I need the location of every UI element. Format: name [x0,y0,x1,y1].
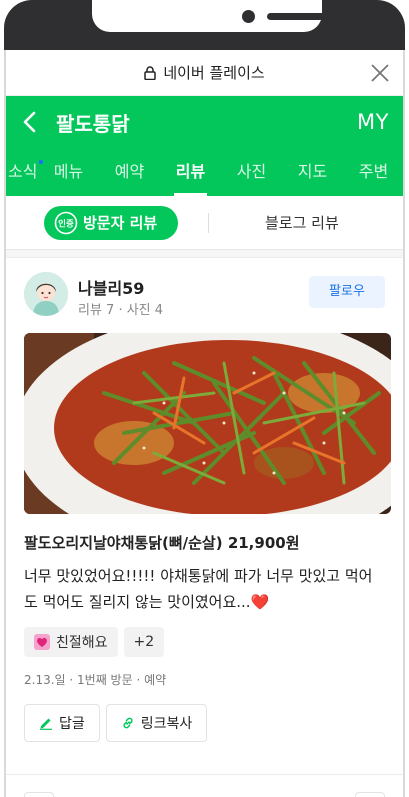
tab-label: 메뉴 [53,162,84,181]
review-text[interactable]: 너무 맛있었어요!!!!! 야채통닭에 파가 너무 맛있고 먹어도 먹어도 질리… [24,563,385,615]
review-type-selector: 인증 방문자 리뷰 블로그 리뷰 [6,196,403,250]
keyword-more-chip[interactable]: +2 [123,627,165,657]
link-icon [123,717,133,729]
review-separator [6,774,403,775]
phone-edge-right [403,50,405,797]
place-tabs: 소식 메뉴 예약 리뷰 사진 지도 주변 [6,148,403,196]
food-photo-illustration [24,333,391,514]
tab-map[interactable]: 지도 [282,148,343,196]
review-keywords: 친절해요 +2 [24,627,385,657]
place-header: 팔도통닭 MY [6,96,403,148]
avatar[interactable] [24,272,68,316]
section-gap [6,250,403,258]
camera-icon [242,10,255,23]
next-review-partial [355,792,385,797]
tab-menu[interactable]: 메뉴 [38,148,99,196]
visitor-review-label: 방문자 리뷰 [83,214,158,232]
review-photo[interactable] [24,333,391,514]
author-meta: 리뷰 7 · 사진 4 [78,303,164,318]
reply-button[interactable]: 답글 [24,704,100,742]
review-actions: 답글 링크복사 [24,704,385,742]
avatar-illustration [24,272,68,316]
phone-notch [92,0,329,32]
close-icon[interactable] [369,62,391,84]
tab-review[interactable]: 리뷰 [160,148,221,196]
tab-news[interactable]: 소식 [6,148,43,196]
tab-label: 소식 [8,162,38,181]
speaker-grill [267,13,329,20]
screen: 네이버 플레이스 팔도통닭 MY 소식 메뉴 예약 리뷰 사진 지도 주변 인증… [6,50,403,797]
tab-photo[interactable]: 사진 [221,148,282,196]
browser-url-bar: 네이버 플레이스 [6,50,403,96]
tab-nearby[interactable]: 주변 [343,148,403,196]
tab-label: 사진 [236,162,267,181]
keyword-more-label: +2 [133,634,155,650]
tab-reservation[interactable]: 예약 [99,148,160,196]
cert-badge-text: 인증 [58,218,74,229]
tab-label: 리뷰 [175,162,206,181]
keyword-chip-kind: 친절해요 [24,627,118,657]
reply-label: 답글 [59,716,85,732]
lock-icon [144,65,157,80]
review-body: 너무 맛있었어요!!!!! 야채통닭에 파가 너무 맛있고 먹어도 먹어도 질리… [24,567,373,611]
follow-button[interactable]: 팔로우 [309,276,385,308]
tab-label: 예약 [114,162,145,181]
place-title: 팔도통닭 [56,111,130,136]
keyword-label: 친절해요 [56,635,108,651]
browser-url-title: 네이버 플레이스 [163,64,265,82]
chevron-left-icon[interactable] [20,111,42,133]
phone-frame: 네이버 플레이스 팔도통닭 MY 소식 메뉴 예약 리뷰 사진 지도 주변 인증… [0,0,409,797]
divider [208,212,209,233]
visit-info: 2.13.일 · 1번째 방문 · 예약 [24,673,167,687]
copy-link-button[interactable]: 링크복사 [105,704,208,742]
next-review-partial [24,792,54,797]
tab-label: 지도 [297,162,328,181]
copy-link-label: 링크복사 [140,716,193,732]
visitor-review-button[interactable]: 인증 방문자 리뷰 [44,205,178,240]
review-item: 나블리59 리뷰 7 · 사진 4 팔로우 팔도오리지날야채통닭(뼈/순살) 2… [6,272,403,742]
certified-badge-icon: 인증 [54,211,78,234]
author-name[interactable]: 나블리59 [78,275,144,299]
pencil-icon [40,718,52,730]
ordered-menu: 팔도오리지날야채통닭(뼈/순살) 21,900원 [24,534,300,552]
my-button[interactable]: MY [357,110,389,134]
heart-emoji: ❤️ [250,593,270,611]
blog-review-button[interactable]: 블로그 리뷰 [265,212,339,233]
heart-icon [34,634,50,650]
tab-label: 주변 [358,162,389,181]
